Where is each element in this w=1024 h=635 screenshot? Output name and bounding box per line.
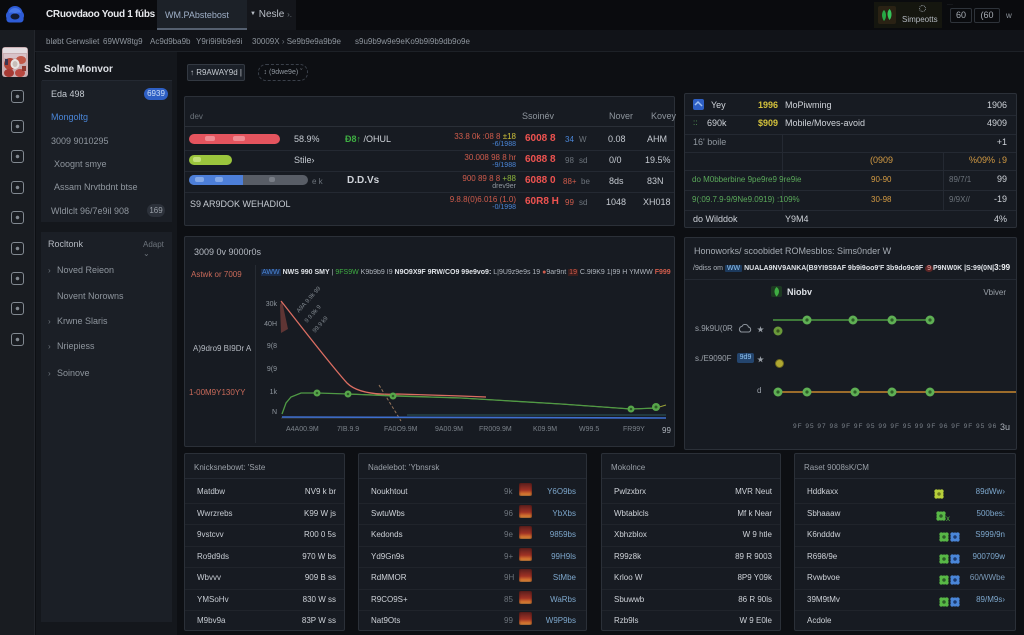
svg-text:FR009.9M: FR009.9M xyxy=(479,426,512,433)
svg-text:30k: 30k xyxy=(266,301,278,308)
svg-text:N: N xyxy=(272,409,277,416)
svg-text:W99.5: W99.5 xyxy=(579,426,599,433)
svg-text:7IB.9.9: 7IB.9.9 xyxy=(337,426,359,433)
svg-text:40H: 40H xyxy=(264,321,277,328)
svg-text:1k: 1k xyxy=(270,389,278,396)
svg-text:FR99Y: FR99Y xyxy=(623,426,645,433)
svg-text:99: 99 xyxy=(662,426,671,435)
svg-text:99.9 k9: 99.9 k9 xyxy=(312,315,330,334)
svg-text:A4A00.9M: A4A00.9M xyxy=(286,426,319,433)
svg-text:K09.9M: K09.9M xyxy=(533,426,557,433)
svg-text:9(8: 9(8 xyxy=(267,343,277,350)
svg-text:FA0O9.9M: FA0O9.9M xyxy=(384,426,418,433)
svg-text:9(9: 9(9 xyxy=(267,366,277,373)
svg-text:9A00.9M: 9A00.9M xyxy=(435,426,463,433)
